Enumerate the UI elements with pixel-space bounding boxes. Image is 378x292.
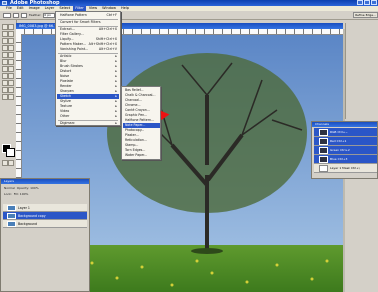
submenu-arrow-icon: ▸ (115, 121, 117, 125)
history-brush-tool-icon[interactable] (8, 52, 14, 58)
layer-name: Layer 1 (18, 206, 30, 210)
fill-input[interactable]: 100% (20, 192, 29, 196)
layer-thumbnail (7, 221, 16, 227)
eyedropper-tool-icon[interactable] (8, 87, 14, 93)
channel-row[interactable]: Layer 1 Mask Ctrl+\ (314, 164, 377, 173)
menu-item-label: Filter Gallery... (60, 32, 84, 36)
channels-panel-title: Channels (312, 122, 377, 127)
layer-row[interactable]: Background copy (3, 212, 87, 220)
layer-name: Background (18, 222, 38, 226)
layer-name: Background copy (18, 214, 46, 218)
channel-thumbnail (319, 165, 328, 172)
layer-thumbnail (7, 205, 16, 211)
channel-shortcut: Ctrl+3 (337, 157, 348, 161)
minimize-button[interactable] (357, 0, 363, 5)
layer-row[interactable]: Background (3, 220, 87, 228)
menu-item-vanishing-point[interactable]: Vanishing Point... Alt+Ctrl+V (57, 47, 119, 52)
channel-thumbnail (319, 138, 328, 145)
channel-thumbnail (319, 147, 328, 154)
filter-menu-dropdown: Halftone Pattern Ctrl+F Convert for Smart… (55, 11, 121, 126)
menu-item-label: Other (60, 114, 70, 118)
brush-tool-icon[interactable] (8, 45, 14, 51)
toolbox (0, 20, 17, 172)
layer-row[interactable]: Layer 1 (3, 204, 87, 212)
menu-item-label: Digimarc (60, 121, 75, 125)
menu-item-convert-smart-filters[interactable]: Convert for Smart Filters (57, 20, 119, 25)
menu-item-last-filter[interactable]: Halftone Pattern Ctrl+F (57, 13, 119, 18)
selection-mode-add[interactable] (21, 12, 27, 18)
channel-name: Green (330, 148, 340, 152)
gradient-tool-icon[interactable] (8, 59, 14, 65)
channel-thumbnail (319, 129, 328, 136)
menu-item-label: Texture (60, 104, 73, 108)
menu-item-label: Liquify... (60, 37, 74, 41)
menu-item-label: Pixelate (60, 79, 73, 83)
submenu-arrow-icon: ▸ (115, 114, 117, 118)
menu-item-label: Sketch (60, 94, 72, 98)
menu-item-shortcut: Alt+Ctrl+V (98, 47, 117, 51)
background-color-swatch[interactable] (6, 148, 15, 157)
lock-label: Lock: (4, 192, 12, 196)
shape-tool-icon[interactable] (8, 80, 14, 86)
channel-shortcut: Ctrl+~ (337, 130, 348, 134)
menu-item-label: Convert for Smart Filters (60, 20, 101, 24)
layers-panel: Layers Normal Opacity: 100% Lock: Fill: … (0, 178, 90, 292)
menu-item-label: Render (60, 84, 72, 88)
channel-thumbnail (319, 156, 328, 163)
refine-edge-button[interactable]: Refine Edge... (353, 12, 378, 18)
move-tool-icon[interactable] (8, 24, 14, 30)
sketch-submenu: Bas Relief... Chalk & Charcoal... Charco… (121, 86, 161, 160)
fill-label: Fill: (13, 192, 19, 196)
channel-row[interactable]: RGB Ctrl+~ (314, 128, 377, 137)
channel-row[interactable]: Blue Ctrl+3 (314, 155, 377, 164)
menu-item-label: Pattern Maker... (60, 42, 86, 46)
feather-label: Feather: (29, 13, 42, 17)
menu-item-label: Stylize (60, 99, 71, 103)
menu-item-label: Noise (60, 74, 70, 78)
window-controls (357, 0, 377, 5)
slice-tool-icon[interactable] (8, 38, 14, 44)
dodge-tool-icon[interactable] (8, 66, 14, 72)
menu-item-label: Halftone Pattern (60, 13, 87, 17)
menu-item-shortcut: Ctrl+F (106, 13, 117, 17)
menu-item-label: Vanishing Point... (60, 47, 89, 51)
menu-item-label: Distort (60, 69, 72, 73)
channel-name: Blue (330, 157, 337, 161)
maximize-button[interactable] (364, 0, 370, 5)
channel-row[interactable]: Green Ctrl+2 (314, 146, 377, 155)
type-tool-icon[interactable] (8, 73, 14, 79)
menu-item-digimarc[interactable]: Digimarc ▸ (57, 121, 119, 126)
menu-item-label: Video (60, 109, 70, 113)
magic-wand-tool-icon[interactable] (8, 31, 14, 37)
channel-row[interactable]: Red Ctrl+1 (314, 137, 377, 146)
layer-thumbnail (7, 213, 16, 219)
channel-shortcut: Ctrl+\ (350, 166, 360, 170)
photoshop-app-icon (2, 1, 7, 5)
channel-name: Red (330, 139, 336, 143)
marquee-tool-preset[interactable] (3, 12, 11, 18)
menu-item-other[interactable]: Other ▸ (57, 114, 119, 119)
channel-shortcut: Ctrl+1 (336, 139, 347, 143)
menu-item-label: Sharpen (60, 89, 74, 93)
layers-lock-row: Lock: Fill: 100% (1, 190, 89, 199)
opacity-input[interactable]: 100% (30, 186, 39, 190)
channel-shortcut: Ctrl+2 (340, 148, 350, 152)
menu-item-label: Blur (60, 59, 67, 63)
feather-input[interactable]: 0 px (43, 12, 56, 18)
close-button[interactable] (371, 0, 377, 5)
menu-item-label: Brush Strokes (60, 64, 83, 68)
selection-mode-new[interactable] (13, 12, 19, 18)
channel-name: RGB (330, 130, 337, 134)
zoom-tool-icon[interactable] (8, 94, 14, 100)
menu-item-label: Extract... (60, 27, 75, 31)
submenu-item-water-paper[interactable]: Water Paper... (123, 153, 160, 158)
screen-mode-icon[interactable] (8, 160, 14, 166)
channels-panel: Channels RGB Ctrl+~ Red Ctrl+1 Green Ctr… (311, 121, 378, 179)
channel-name: Layer 1 Mask (330, 166, 350, 170)
menu-item-label: Artistic (60, 54, 72, 58)
right-panel-dock (345, 23, 378, 119)
